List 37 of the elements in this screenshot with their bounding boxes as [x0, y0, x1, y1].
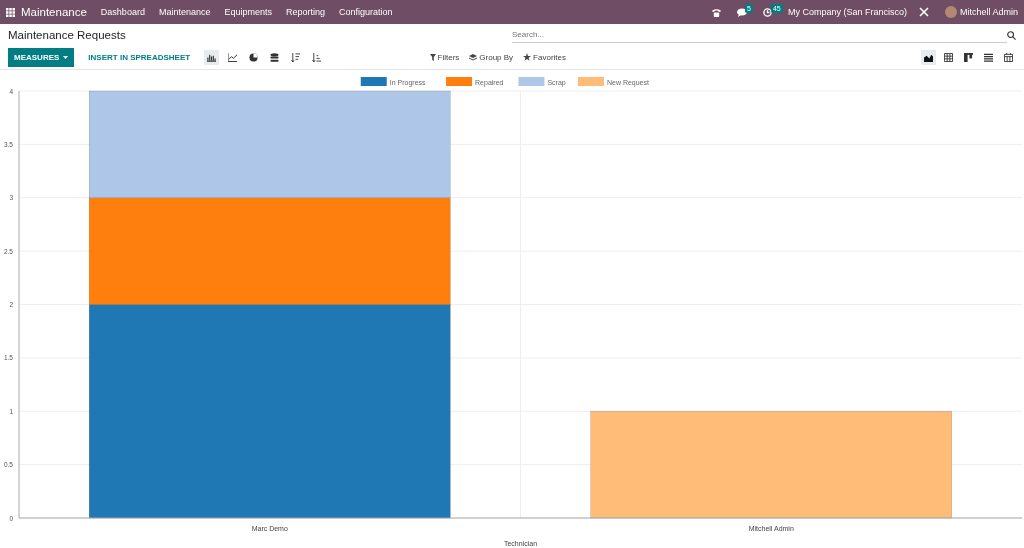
- menu-item[interactable]: Reporting: [285, 7, 325, 17]
- menu-item[interactable]: Equipments: [224, 7, 272, 17]
- menu-item[interactable]: Configuration: [339, 7, 393, 17]
- area-chart-icon: [924, 52, 933, 62]
- app-name[interactable]: Maintenance: [21, 6, 87, 18]
- caret-icon: [63, 55, 69, 59]
- list-icon: [984, 52, 993, 62]
- kanban-icon: [964, 52, 973, 62]
- bar-chart-button[interactable]: [204, 49, 220, 65]
- clock-icon[interactable]: [762, 7, 772, 17]
- pie-chart-icon: [249, 52, 259, 62]
- line-chart-icon: [228, 52, 238, 62]
- bar-chart-icon: [207, 52, 217, 62]
- table-icon: [944, 52, 953, 62]
- filter-icon: [429, 53, 436, 61]
- search-icon[interactable]: [1007, 30, 1016, 40]
- sort-descending-icon[interactable]: [291, 52, 301, 62]
- layers-icon: [469, 53, 478, 61]
- insert-in-spreadsheet-button[interactable]: INSERT IN SPREADSHEET: [82, 51, 197, 63]
- phone-icon[interactable]: [711, 7, 721, 17]
- user-name[interactable]: Mitchell Admin: [959, 7, 1018, 17]
- filters-button[interactable]: Filters: [429, 52, 460, 62]
- stack-icon[interactable]: [270, 52, 280, 62]
- company-switcher[interactable]: My Company (San Francisco): [787, 7, 907, 17]
- sort-ascending-icon[interactable]: [312, 52, 322, 62]
- favorites-button[interactable]: Favorites: [523, 52, 566, 62]
- calendar-icon: [1004, 52, 1013, 62]
- search-field[interactable]: Search...: [512, 27, 1007, 43]
- menu-item[interactable]: Maintenance: [158, 7, 211, 17]
- page-title: Maintenance Requests: [8, 29, 126, 41]
- measures-button[interactable]: MEASURES: [8, 47, 75, 67]
- chat-icon[interactable]: [736, 7, 747, 17]
- menu-item[interactable]: Dashboard: [100, 7, 145, 17]
- star-icon: [523, 53, 532, 61]
- app-grid-icon[interactable]: [6, 7, 15, 17]
- group-by-button[interactable]: Group By: [469, 52, 514, 62]
- area-chart-view-button[interactable]: [921, 49, 936, 65]
